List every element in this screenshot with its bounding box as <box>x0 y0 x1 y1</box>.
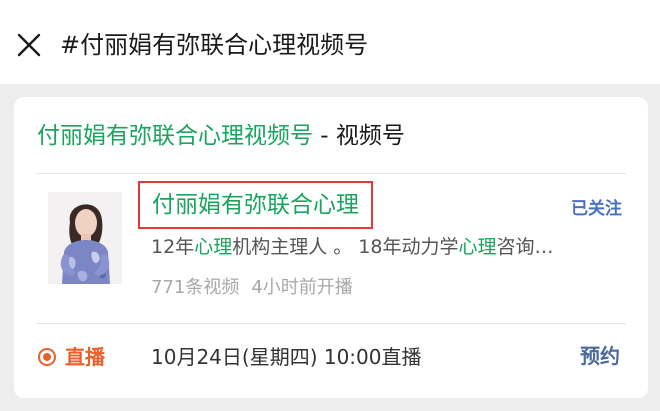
follow-status-button[interactable]: 已关注 <box>571 197 622 221</box>
bio-highlight: 心理 <box>194 236 233 258</box>
account-bio: 12年心理机构主理人 。 18年动力学心理咨询… <box>151 233 629 261</box>
account-meta: 771条视频 4小时前开播 <box>151 275 353 301</box>
bio-text: 12年 <box>151 236 195 258</box>
close-icon[interactable] <box>16 32 42 58</box>
last-live-time: 4小时前开播 <box>251 277 353 298</box>
card-title-suffix: - 视频号 <box>313 123 405 149</box>
divider <box>36 323 626 324</box>
card-title-name: 付丽娟有弥联合心理视频号 <box>37 123 313 149</box>
divider <box>36 173 626 174</box>
result-card[interactable]: 付丽娟有弥联合心理视频号 - 视频号 付丽娟有弥联合心理 已关注 12年心理机构… <box>14 97 648 398</box>
bio-highlight: 心理 <box>458 236 497 258</box>
account-name[interactable]: 付丽娟有弥联合心理 <box>138 181 373 229</box>
bio-text: 咨询… <box>496 236 554 258</box>
reserve-button[interactable]: 预约 <box>580 342 620 370</box>
avatar[interactable] <box>48 192 122 284</box>
live-label: 直播 <box>65 345 105 369</box>
card-title[interactable]: 付丽娟有弥联合心理视频号 - 视频号 <box>37 120 405 152</box>
live-schedule: 10月24日(星期四) 10:00直播 <box>151 345 422 369</box>
search-query[interactable]: #付丽娟有弥联合心理视频号 <box>60 28 368 62</box>
live-dot-icon <box>38 348 56 366</box>
video-count: 771条视频 <box>151 277 240 298</box>
bio-text: 机构主理人 。 18年动力学 <box>232 236 459 258</box>
top-bar: #付丽娟有弥联合心理视频号 <box>0 0 660 84</box>
